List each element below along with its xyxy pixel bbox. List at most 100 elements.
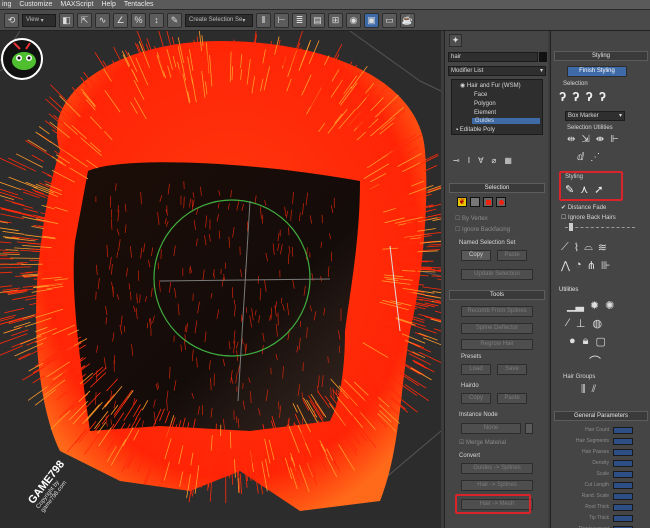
stand-icon[interactable]: ⌇ <box>574 241 579 254</box>
invert-selection-icon[interactable]: ⇹ <box>567 134 575 145</box>
mirror-icon[interactable]: ⫴ <box>256 12 271 28</box>
unlock-icon[interactable]: ▢ <box>596 335 606 348</box>
snap-icon[interactable]: ∿ <box>95 12 110 28</box>
ignore-back-hairs-checkbox[interactable]: ☐ Ignore Back Hairs <box>561 214 616 221</box>
grow-selection-icon[interactable]: ⋰ <box>590 152 600 163</box>
menu-item-help[interactable]: Help <box>101 1 115 8</box>
undo-icon[interactable]: ⌒ <box>589 353 601 370</box>
clump-icon[interactable]: ≋ <box>598 241 607 254</box>
show-end-result-icon[interactable]: Ⅰ <box>468 156 470 165</box>
split-groups-icon[interactable]: ⫼ <box>581 384 586 395</box>
selection-set-dropdown[interactable]: Create Selection Se ▾ <box>185 13 253 27</box>
configure-sets-icon[interactable]: ▦ <box>504 156 512 165</box>
box-marker-dropdown[interactable]: Box Marker ▾ <box>565 111 625 121</box>
guides-to-splines-button[interactable]: Guides -> Splines <box>461 463 533 474</box>
puff-roots-icon[interactable]: ⌓ <box>584 241 593 254</box>
regrow-hair-button[interactable]: Regrow Hair <box>461 339 533 350</box>
vertex-subobject-icon[interactable] <box>470 197 480 207</box>
make-unique-icon[interactable]: ∀ <box>478 156 483 165</box>
menu-item-rendering[interactable]: ing <box>2 1 11 8</box>
pop-zero-icon[interactable]: ✺ <box>605 299 614 312</box>
update-selection-button[interactable]: Update Selection <box>461 269 533 280</box>
param-spinner[interactable] <box>613 471 633 478</box>
param-spinner[interactable] <box>613 504 633 511</box>
percent-snap-icon[interactable]: % <box>131 12 146 28</box>
brush-size-slider[interactable] <box>565 227 635 233</box>
rotate-selection-icon[interactable]: ⇲ <box>581 134 589 145</box>
tools-rollout-title[interactable]: Tools <box>449 290 545 300</box>
layers-icon[interactable]: ≣ <box>292 12 307 28</box>
align-icon[interactable]: ⊢ <box>274 12 289 28</box>
param-spinner[interactable] <box>613 449 633 456</box>
perspective-viewport[interactable]: GAME798 Copyright by game798.com <box>0 31 441 528</box>
link-icon[interactable]: ⟲ <box>4 12 19 28</box>
guides-subobject-icon[interactable]: ❦ <box>457 197 467 207</box>
merge-material-checkbox[interactable]: ☑ Merge Material <box>459 439 506 446</box>
translate-icon[interactable]: ⟋ <box>561 241 569 254</box>
select-by-ends-icon[interactable]: ʔ <box>559 89 566 104</box>
stack-item-editable-poly[interactable]: ▪ Editable Poly <box>456 127 495 133</box>
segment-subobject-icon[interactable] <box>483 197 493 207</box>
render-frame-icon[interactable]: ▭ <box>382 12 397 28</box>
attenuate-icon[interactable]: ▁▃ <box>567 299 584 312</box>
named-sets-icon[interactable]: ✎ <box>167 12 182 28</box>
select-whole-guide-icon[interactable]: ʔ <box>572 89 579 104</box>
remove-modifier-icon[interactable]: ⌀ <box>492 156 497 165</box>
spline-deflector-button[interactable]: Spline Deflector <box>461 323 533 334</box>
param-spinner[interactable] <box>613 493 633 500</box>
instance-node-button[interactable]: None <box>461 423 521 434</box>
pop-selected-icon[interactable]: ✹ <box>590 299 599 312</box>
select-icon[interactable]: ⇱ <box>77 12 92 28</box>
frizz-icon[interactable]: ⋔ <box>587 259 596 272</box>
scale-op-icon[interactable]: ◔ <box>575 259 582 272</box>
param-spinner[interactable] <box>613 460 633 467</box>
spinner-snap-icon[interactable]: ↕ <box>149 12 164 28</box>
distance-fade-checkbox[interactable]: ✔ Distance Fade <box>561 204 606 211</box>
element-subobject-icon[interactable] <box>496 197 506 207</box>
menu-item-customize[interactable]: Customize <box>19 1 52 8</box>
reset-rest-icon[interactable]: ⊥ <box>576 317 586 330</box>
rotate-op-icon[interactable]: ⋀ <box>561 259 570 272</box>
angle-snap-icon[interactable]: ∠ <box>113 12 128 28</box>
select-root-icon[interactable]: ʔ <box>599 89 606 104</box>
curve-editor-icon[interactable]: ▤ <box>310 12 325 28</box>
copy-hairdo-button[interactable]: Copy <box>461 393 491 404</box>
schematic-icon[interactable]: ⊞ <box>328 12 343 28</box>
brush-size-handle[interactable] <box>569 223 573 231</box>
hair-to-splines-button[interactable]: Hair -> Splines <box>461 480 533 491</box>
utilities-tab-icon[interactable]: ✦ <box>449 34 462 47</box>
stack-item-element[interactable]: Element <box>474 110 496 116</box>
general-parameters-title[interactable]: General Parameters <box>554 411 648 421</box>
load-preset-button[interactable]: Load <box>461 364 491 375</box>
lock-icon[interactable]: 🔒︎ <box>583 335 589 348</box>
expand-selection-icon[interactable]: ⇼ <box>596 134 604 145</box>
object-color-swatch[interactable] <box>539 52 547 62</box>
finish-styling-button[interactable]: Finish Styling <box>567 66 627 77</box>
toggle-collisions-icon[interactable]: ◍ <box>592 317 602 330</box>
material-editor-icon[interactable]: ◉ <box>346 12 361 28</box>
pivot-icon[interactable]: ◧ <box>59 12 74 28</box>
stack-item-hair-and-fur[interactable]: ◉ Hair and Fur (WSM) <box>460 82 521 89</box>
selection-rollout-title[interactable]: Selection <box>449 183 545 193</box>
view-dropdown[interactable]: View ▾ <box>22 13 56 27</box>
toggle-hair-icon[interactable]: ● <box>569 335 576 348</box>
param-spinner[interactable] <box>613 438 633 445</box>
stack-item-polygon[interactable]: Polygon <box>474 101 496 107</box>
ignore-backfacing-checkbox[interactable]: ☐ Ignore Backfacing <box>455 226 510 233</box>
stack-item-face[interactable]: Face <box>474 92 487 98</box>
menu-item-maxscript[interactable]: MAXScript <box>60 1 93 8</box>
instance-node-clear-button[interactable] <box>525 423 533 434</box>
paste-hairdo-button[interactable]: Paste <box>497 393 527 404</box>
hide-selection-icon[interactable]: ⊩ <box>610 134 619 145</box>
by-vertex-checkbox[interactable]: ☐ By Vertex <box>455 215 488 222</box>
save-preset-button[interactable]: Save <box>497 364 527 375</box>
object-name-field[interactable]: hair <box>448 52 538 62</box>
recomb-icon[interactable]: ⁄ <box>567 317 569 330</box>
recomb-from-splines-button[interactable]: Recomb From Splines <box>461 306 533 317</box>
paste-selection-button[interactable]: Paste <box>497 250 527 261</box>
param-spinner[interactable] <box>613 482 633 489</box>
render-icon[interactable]: ☕ <box>400 12 415 28</box>
show-selection-icon[interactable]: ⅆ <box>577 152 584 163</box>
param-spinner[interactable] <box>613 427 633 434</box>
copy-selection-button[interactable]: Copy <box>461 250 491 261</box>
